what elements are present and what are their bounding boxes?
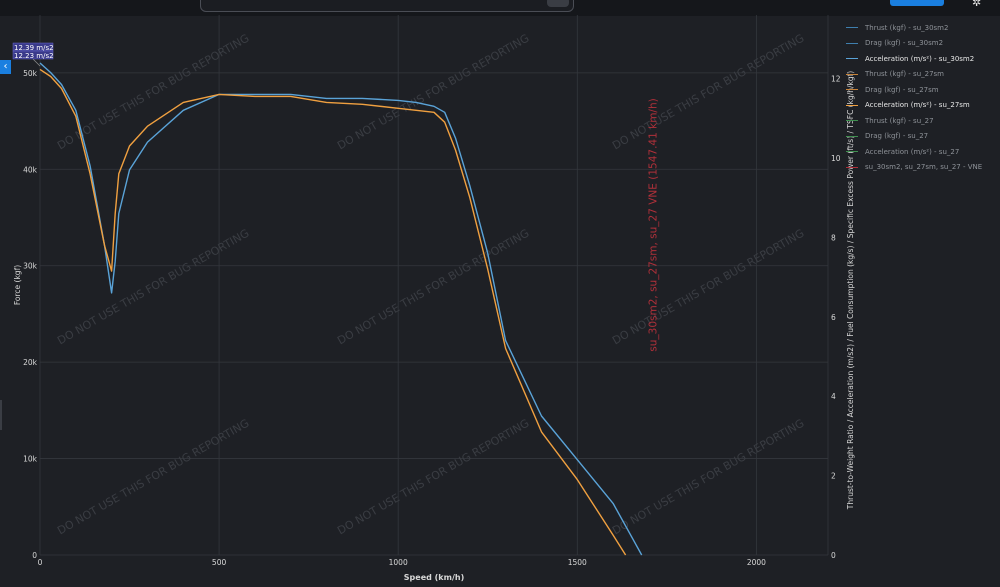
y-left-tick-label: 30k [23, 262, 38, 271]
y-left-tick-label: 0 [32, 551, 37, 560]
series-line-2 [39, 68, 627, 556]
hover-leader-line [32, 58, 41, 67]
legend-swatch [846, 166, 858, 168]
chart-legend: Thrust (kgf) - su_30sm2 Drag (kgf) - su_3… [846, 20, 996, 175]
x-tick-label: 0 [38, 558, 43, 567]
legend-item[interactable]: Acceleration (m/s²) - su_27 [846, 144, 996, 160]
watermark-text: DO NOT USE THIS FOR BUG REPORTING [610, 32, 806, 153]
legend-swatch [846, 151, 858, 153]
y-left-tick-label: 10k [23, 455, 38, 464]
legend-label: Acceleration (m/s²) - su_30sm2 [865, 54, 975, 63]
vne-label: su_30sm2, su_27sm, su_27 VNE (1547.41 km… [647, 98, 659, 351]
y-left-tick-label: 50k [23, 69, 38, 78]
y-right-tick-label: 12 [831, 75, 841, 84]
legend-label: Thrust (kgf) - su_30sm2 [865, 23, 949, 32]
legend-swatch [846, 120, 858, 122]
watermark-text: DO NOT USE THIS FOR BUG REPORTING [55, 417, 251, 538]
legend-label: Drag (kgf) - su_30sm2 [865, 39, 944, 48]
x-tick-label: 1500 [568, 558, 587, 567]
y-left-axis-title: Force (kgf) [13, 265, 22, 305]
x-tick-label: 2000 [747, 558, 766, 567]
legend-label: su_30sm2, su_27sm, su_27 - VNE [865, 163, 983, 172]
legend-label: Acceleration (m/s²) - su_27 [865, 147, 960, 156]
y-left-tick-label: 20k [23, 358, 38, 367]
legend-item[interactable]: su_30sm2, su_27sm, su_27 - VNE [846, 160, 996, 176]
legend-item[interactable]: Drag (kgf) - su_27sm [846, 82, 996, 98]
legend-item[interactable]: Thrust (kgf) - su_27sm [846, 67, 996, 83]
watermark-text: DO NOT USE THIS FOR BUG REPORTING [55, 227, 251, 348]
y-right-tick-label: 10 [831, 154, 841, 163]
y-right-tick-label: 4 [831, 392, 836, 401]
legend-item[interactable]: Thrust (kgf) - su_27 [846, 113, 996, 129]
watermark-text: DO NOT USE THIS FOR BUG REPORTING [55, 32, 251, 153]
watermark-text: DO NOT USE THIS FOR BUG REPORTING [610, 227, 806, 348]
legend-item[interactable]: Drag (kgf) - su_27 [846, 129, 996, 145]
watermark-text: DO NOT USE THIS FOR BUG REPORTING [335, 417, 531, 538]
legend-swatch [846, 73, 858, 75]
watermark-text: DO NOT USE THIS FOR BUG REPORTING [335, 32, 531, 153]
legend-label: Thrust (kgf) - su_27sm [865, 70, 944, 79]
hover-label-su27sm: 12.23 m/s2 [14, 52, 54, 60]
legend-item[interactable]: Acceleration (m/s²) - su_27sm [846, 98, 996, 114]
legend-label: Acceleration (m/s²) - su_27sm [865, 101, 970, 110]
x-axis-title: Speed (km/h) [404, 573, 464, 582]
legend-swatch [846, 27, 858, 29]
legend-item[interactable]: Thrust (kgf) - su_30sm2 [846, 20, 996, 36]
legend-swatch [846, 58, 858, 60]
y-right-tick-label: 0 [831, 551, 836, 560]
y-right-tick-label: 8 [831, 233, 836, 242]
legend-item[interactable]: Acceleration (m/s²) - su_30sm2 [846, 51, 996, 67]
x-tick-label: 500 [212, 558, 227, 567]
legend-swatch [846, 135, 858, 137]
y-right-tick-label: 6 [831, 313, 836, 322]
legend-swatch [846, 89, 858, 91]
y-left-tick-label: 40k [23, 165, 38, 174]
legend-label: Thrust (kgf) - su_27 [865, 116, 934, 125]
legend-swatch [846, 104, 858, 106]
legend-swatch [846, 42, 858, 44]
watermark-text: DO NOT USE THIS FOR BUG REPORTING [610, 417, 806, 538]
legend-label: Drag (kgf) - su_27sm [865, 85, 939, 94]
legend-item[interactable]: Drag (kgf) - su_30sm2 [846, 36, 996, 52]
x-tick-label: 1000 [389, 558, 408, 567]
legend-label: Drag (kgf) - su_27 [865, 132, 929, 141]
y-right-tick-label: 2 [831, 472, 836, 481]
